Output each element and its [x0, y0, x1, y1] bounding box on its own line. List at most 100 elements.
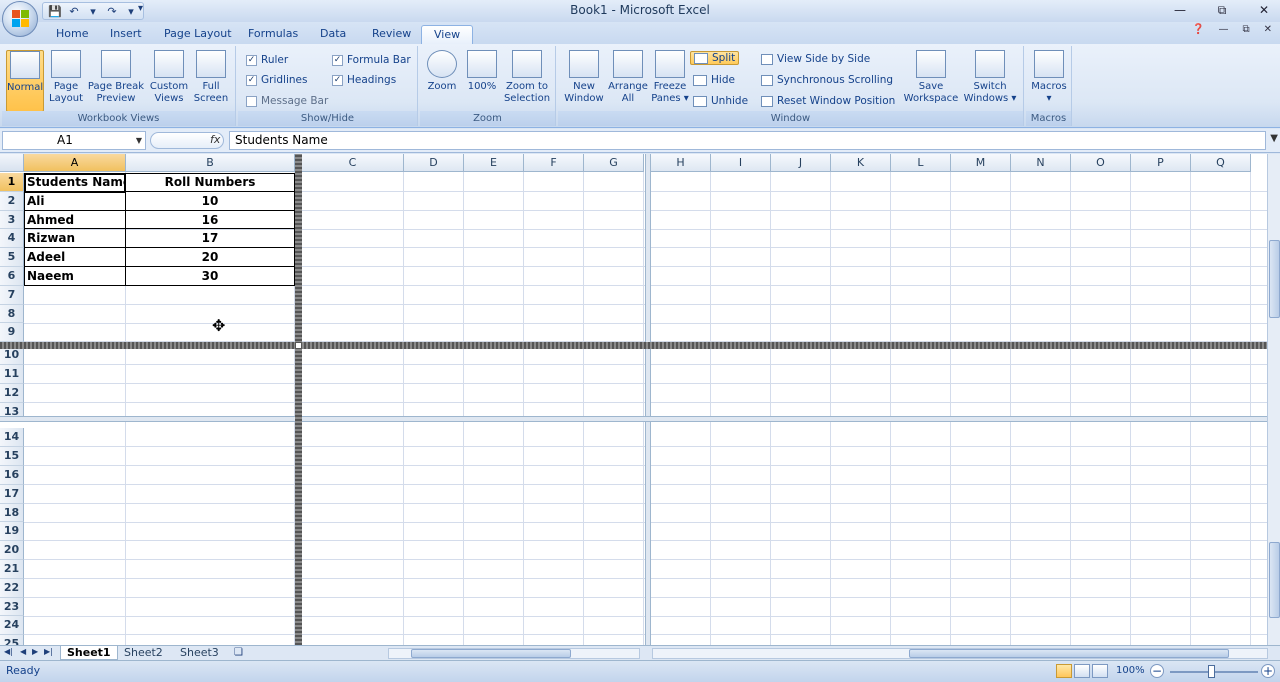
row-header-11[interactable]: 11	[0, 365, 24, 384]
split-bar-vertical[interactable]	[645, 154, 651, 645]
zoom-in-icon[interactable]: +	[1261, 664, 1275, 678]
horizontal-scrollbar-left[interactable]	[388, 648, 640, 659]
column-header-m[interactable]: M	[951, 154, 1011, 172]
name-box[interactable]: A1 ▼	[2, 131, 146, 150]
column-header-q[interactable]: Q	[1191, 154, 1251, 172]
unhide-button[interactable]: Unhide	[693, 95, 748, 107]
cell-student-name[interactable]: Rizwan	[24, 229, 126, 249]
first-sheet-icon[interactable]: ◀|	[4, 647, 13, 656]
row-header-9[interactable]: 9	[0, 323, 24, 343]
column-header-c[interactable]: C	[302, 154, 404, 172]
row-header-1[interactable]: 1	[0, 173, 24, 192]
cell-roll-number[interactable]: 30	[126, 267, 295, 286]
row-header-14[interactable]: 14	[0, 428, 24, 448]
page-layout-view-button[interactable]: Page Layout	[46, 50, 86, 105]
headings-checkbox[interactable]: ✓ Headings	[332, 74, 396, 86]
custom-views-button[interactable]: Custom Views	[148, 50, 190, 105]
row-header-19[interactable]: 19	[0, 522, 24, 542]
row-header-2[interactable]: 2	[0, 191, 24, 211]
arrange-all-button[interactable]: Arrange All	[608, 50, 648, 105]
column-header-d[interactable]: D	[404, 154, 464, 172]
doc-close-icon[interactable]: ✕	[1264, 24, 1272, 35]
split-bar-horizontal[interactable]	[0, 416, 1267, 422]
row-header-23[interactable]: 23	[0, 597, 24, 617]
cell-student-name[interactable]: Ahmed	[24, 210, 126, 230]
row-header-22[interactable]: 22	[0, 578, 24, 598]
vertical-scroll-thumb-bottom[interactable]	[1269, 542, 1280, 618]
prev-sheet-icon[interactable]: ◀	[20, 647, 26, 656]
zoom-slider-thumb[interactable]	[1208, 665, 1215, 678]
freeze-panes-button[interactable]: Freeze Panes ▾	[650, 50, 690, 105]
vertical-scroll-thumb-top[interactable]	[1269, 240, 1280, 318]
horizontal-scroll-thumb-right[interactable]	[909, 649, 1229, 658]
sheet-tab-sheet2[interactable]: Sheet2	[118, 646, 169, 660]
horizontal-scroll-thumb-left[interactable]	[411, 649, 571, 658]
row-header-18[interactable]: 18	[0, 503, 24, 523]
office-button[interactable]	[2, 1, 38, 37]
reset-window-position-button[interactable]: Reset Window Position	[761, 95, 895, 107]
column-header-b[interactable]: B	[126, 154, 295, 172]
zoom-out-icon[interactable]: −	[1150, 664, 1164, 678]
zoom-to-selection-button[interactable]: Zoom to Selection	[502, 50, 552, 105]
split-intersection[interactable]	[295, 342, 302, 349]
normal-view-button[interactable]: Normal	[6, 50, 44, 112]
row-header-12[interactable]: 12	[0, 383, 24, 403]
row-header-17[interactable]: 17	[0, 484, 24, 504]
insert-function-icon[interactable]: fx	[210, 133, 220, 146]
row-header-21[interactable]: 21	[0, 560, 24, 579]
tab-review[interactable]: Review	[360, 25, 423, 44]
normal-view-status-icon[interactable]	[1056, 664, 1072, 678]
cell-roll-number[interactable]: 16	[126, 210, 295, 230]
full-screen-button[interactable]: Full Screen	[192, 50, 230, 105]
row-header-5[interactable]: 5	[0, 248, 24, 267]
split-button[interactable]: Split	[690, 51, 740, 65]
horizontal-scrollbar-right[interactable]	[652, 648, 1268, 659]
message-bar-checkbox[interactable]: Message Bar	[246, 95, 328, 107]
column-header-j[interactable]: J	[771, 154, 831, 172]
switch-windows-button[interactable]: Switch Windows ▾	[960, 50, 1020, 105]
select-all-corner[interactable]	[0, 154, 24, 172]
row-header-20[interactable]: 20	[0, 541, 24, 560]
column-header-n[interactable]: N	[1011, 154, 1071, 172]
worksheet-grid[interactable]: ABCDEFGHIJKLMNOPQ 1 2 3 4 5 6 7 8 9 10 11 12 13 14 15 1…	[0, 154, 1267, 645]
sheet-tab-sheet1[interactable]: Sheet1	[60, 646, 118, 660]
row-header-16[interactable]: 16	[0, 466, 24, 485]
row-header-4[interactable]: 4	[0, 229, 24, 249]
new-window-button[interactable]: New Window	[562, 50, 606, 105]
expand-formula-bar-icon[interactable]: ▼	[1270, 133, 1278, 144]
tab-page-layout[interactable]: Page Layout	[152, 25, 244, 44]
doc-restore-icon[interactable]: ⧉	[1242, 24, 1249, 35]
row-header-8[interactable]: 8	[0, 304, 24, 324]
tab-view[interactable]: View	[421, 25, 474, 44]
help-icon[interactable]: ❓	[1192, 24, 1204, 35]
column-header-h[interactable]: H	[651, 154, 711, 172]
row-header-7[interactable]: 7	[0, 285, 24, 305]
cell-student-name[interactable]: Ali	[24, 191, 126, 211]
minimize-icon[interactable]: —	[1170, 1, 1190, 19]
cell-student-name[interactable]: Naeem	[24, 267, 126, 286]
row-header-10[interactable]: 10	[0, 346, 24, 365]
tab-data[interactable]: Data	[308, 25, 358, 44]
column-header-o[interactable]: O	[1071, 154, 1131, 172]
zoom-button[interactable]: Zoom	[424, 50, 460, 93]
name-box-dropdown-icon[interactable]: ▼	[136, 132, 142, 149]
row-header-15[interactable]: 15	[0, 447, 24, 466]
page-break-status-icon[interactable]	[1092, 664, 1108, 678]
column-header-p[interactable]: P	[1131, 154, 1191, 172]
cell-roll-number[interactable]: 17	[126, 229, 295, 249]
save-workspace-button[interactable]: Save Workspace	[902, 50, 960, 105]
row-header-24[interactable]: 24	[0, 616, 24, 636]
gridlines-checkbox[interactable]: ✓ Gridlines	[246, 74, 307, 86]
column-header-a[interactable]: A	[24, 154, 126, 172]
cell-roll-number[interactable]: 10	[126, 191, 295, 211]
split-drag-vertical[interactable]	[295, 154, 302, 645]
macros-button[interactable]: Macros ▾	[1030, 50, 1068, 105]
vertical-scrollbar[interactable]	[1267, 154, 1280, 645]
tab-formulas[interactable]: Formulas	[236, 25, 310, 44]
page-layout-status-icon[interactable]	[1074, 664, 1090, 678]
zoom-level[interactable]: 100%	[1116, 665, 1145, 676]
row-header-3[interactable]: 3	[0, 210, 24, 230]
row-header-6[interactable]: 6	[0, 267, 24, 286]
insert-sheet-icon[interactable]: ❏	[234, 647, 243, 658]
cell-roll-number[interactable]: 20	[126, 248, 295, 267]
